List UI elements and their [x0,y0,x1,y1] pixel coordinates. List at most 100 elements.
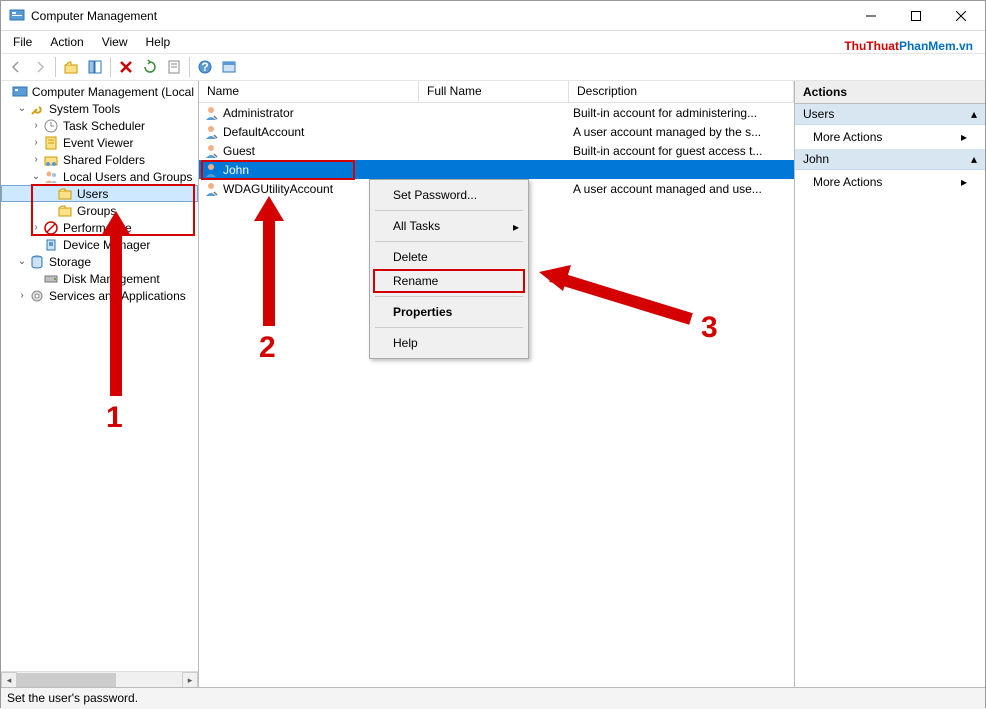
list-panel: Name Full Name Description Administrator… [199,81,795,687]
list-item[interactable]: Administrator Built-in account for admin… [199,103,794,122]
user-name: Administrator [223,106,294,120]
expander-icon[interactable]: ⌄ [15,103,29,114]
list-item[interactable]: Guest Built-in account for guest access … [199,141,794,160]
user-icon [203,162,219,178]
annotation-3: 3 [701,311,718,345]
submenu-arrow-icon: ▸ [513,220,519,234]
menu-help[interactable]: Help [138,33,179,51]
expander-icon[interactable]: › [29,154,43,165]
user-desc: Built-in account for guest access t... [569,144,794,158]
export-button[interactable] [163,56,185,78]
collapse-icon: ▴ [971,152,977,166]
column-description[interactable]: Description [569,81,794,102]
tools-icon [29,101,45,117]
context-rename[interactable]: Rename [373,269,525,293]
tree-label: Performance [63,221,132,235]
expander-icon[interactable]: ⌄ [29,171,43,182]
back-button[interactable] [5,56,27,78]
context-delete[interactable]: Delete [373,245,525,269]
list-item[interactable]: DefaultAccount A user account managed by… [199,122,794,141]
tree-label: Event Viewer [63,136,133,150]
annotation-1: 1 [106,401,123,435]
computer-mgmt-icon [12,84,28,100]
column-name[interactable]: Name [199,81,419,102]
collapse-icon: ▴ [971,107,977,121]
help-button[interactable]: ? [194,56,216,78]
context-properties[interactable]: Properties [373,300,525,324]
user-desc: A user account managed by the s... [569,125,794,139]
user-name: John [223,163,249,177]
menu-view[interactable]: View [94,33,136,51]
tree-device-manager[interactable]: Device Manager [1,236,198,253]
expander-icon[interactable]: › [29,137,43,148]
user-icon [203,181,219,197]
menu-action[interactable]: Action [42,33,91,51]
tree-services-apps[interactable]: › Services and Applications [1,287,198,304]
tree-local-users-groups[interactable]: ⌄ Local Users and Groups [1,168,198,185]
tree-performance[interactable]: › Performance [1,219,198,236]
user-icon [203,105,219,121]
expander-icon[interactable]: › [29,120,43,131]
folder-icon [57,186,73,202]
tree-groups[interactable]: Groups [1,202,198,219]
tree-label: Storage [49,255,91,269]
expander-icon[interactable]: › [15,290,29,301]
properties-button[interactable] [218,56,240,78]
tree-users[interactable]: Users [1,185,198,202]
maximize-button[interactable] [893,2,938,30]
actions-section-users[interactable]: Users ▴ [795,104,985,125]
delete-button[interactable] [115,56,137,78]
up-button[interactable] [60,56,82,78]
user-desc: A user account managed and use... [569,182,794,196]
tree-scrollbar[interactable]: ◂ ▸ [1,671,198,687]
tree-label: Computer Management (Local [32,85,194,99]
column-fullname[interactable]: Full Name [419,81,569,102]
actions-panel: Actions Users ▴ More Actions ▸ John ▴ Mo… [795,81,985,687]
refresh-button[interactable] [139,56,161,78]
menu-separator [375,296,523,297]
tree-event-viewer[interactable]: › Event Viewer [1,134,198,151]
expander-icon[interactable]: ⌄ [15,256,29,267]
status-bar: Set the user's password. [1,687,985,709]
tree-label: System Tools [49,102,120,116]
actions-more-john[interactable]: More Actions ▸ [795,170,985,194]
minimize-button[interactable] [848,2,893,30]
actions-section-john[interactable]: John ▴ [795,149,985,170]
submenu-arrow-icon: ▸ [961,130,967,144]
services-icon [29,288,45,304]
menu-separator [375,241,523,242]
actions-more-users[interactable]: More Actions ▸ [795,125,985,149]
scroll-left-button[interactable]: ◂ [1,672,17,687]
context-all-tasks[interactable]: All Tasks▸ [373,214,525,238]
tree-label: Shared Folders [63,153,145,167]
tree-root[interactable]: Computer Management (Local [1,83,198,100]
clock-icon [43,118,59,134]
close-button[interactable] [938,2,983,30]
tree-task-scheduler[interactable]: › Task Scheduler [1,117,198,134]
users-groups-icon [43,169,59,185]
disk-icon [43,271,59,287]
no-icon [43,220,59,236]
svg-text:?: ? [201,60,208,74]
context-set-password[interactable]: Set Password... [373,183,525,207]
user-name: DefaultAccount [223,125,304,139]
user-icon [203,143,219,159]
user-desc: Built-in account for administering... [569,106,794,120]
window-title: Computer Management [31,9,157,23]
show-hide-button[interactable] [84,56,106,78]
expander-icon[interactable]: › [29,222,43,233]
app-icon [9,8,25,24]
storage-icon [29,254,45,270]
tree-shared-folders[interactable]: › Shared Folders [1,151,198,168]
tree-system-tools[interactable]: ⌄ System Tools [1,100,198,117]
scroll-right-button[interactable]: ▸ [182,672,198,687]
tree-storage[interactable]: ⌄ Storage [1,253,198,270]
forward-button[interactable] [29,56,51,78]
context-help[interactable]: Help [373,331,525,355]
menu-file[interactable]: File [5,33,40,51]
list-item-selected[interactable]: John [199,160,794,179]
menu-separator [375,327,523,328]
tree-label: Disk Management [63,272,160,286]
tree-label: Task Scheduler [63,119,145,133]
tree-disk-management[interactable]: Disk Management [1,270,198,287]
